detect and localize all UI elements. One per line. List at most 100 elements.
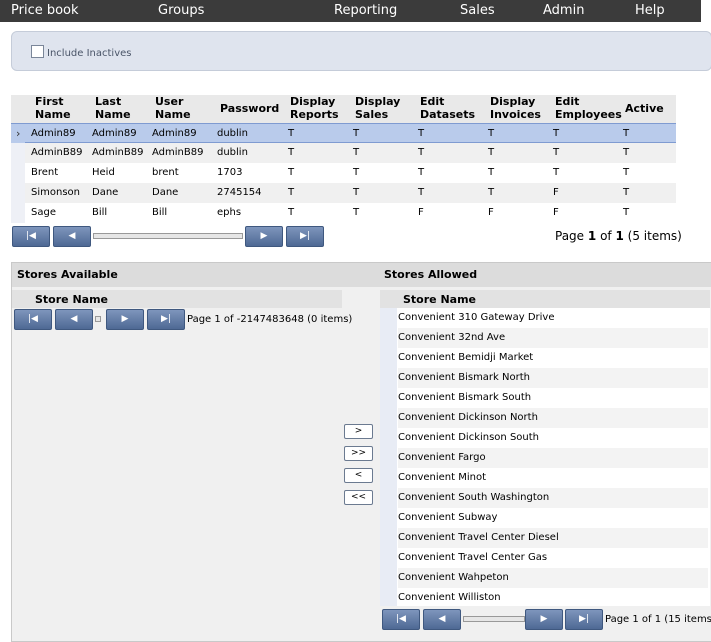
list-item[interactable]: Convenient Wahpeton bbox=[398, 568, 708, 588]
nav-sales[interactable]: Sales bbox=[460, 3, 495, 18]
cell-first-name: Sage bbox=[31, 207, 56, 218]
nav-price-book[interactable]: Price book bbox=[11, 3, 79, 18]
allowed-page-slider[interactable] bbox=[463, 616, 525, 622]
cell-user-name: Bill bbox=[152, 207, 168, 218]
available-prev-page-button[interactable]: ◀ bbox=[55, 309, 93, 330]
cell-password: 2745154 bbox=[217, 187, 262, 198]
cell-edit-employees: T bbox=[553, 128, 560, 139]
stores-panel-header: Stores Available Stores Allowed bbox=[12, 263, 711, 287]
list-item[interactable]: Convenient Dickinson South bbox=[398, 428, 708, 448]
allowed-list-gutter bbox=[380, 308, 397, 606]
store-name: Convenient Bismark North bbox=[398, 372, 530, 383]
col-edit-employees[interactable]: Edit Employees bbox=[555, 95, 622, 121]
cell-active: T bbox=[623, 207, 630, 218]
users-last-page-button[interactable]: ▶| bbox=[286, 226, 324, 247]
cell-edit-datasets: T bbox=[418, 187, 425, 198]
available-store-name-header[interactable]: Store Name bbox=[12, 290, 342, 308]
nav-reporting[interactable]: Reporting bbox=[334, 3, 397, 18]
available-last-page-button[interactable]: ▶| bbox=[147, 309, 185, 330]
list-item[interactable]: Convenient Travel Center Gas bbox=[398, 548, 708, 568]
stores-allowed-list: Convenient 310 Gateway Drive Convenient 3… bbox=[380, 308, 710, 606]
cell-edit-datasets: T bbox=[418, 128, 425, 139]
cell-display-reports: T bbox=[288, 167, 295, 178]
table-row[interactable]: Sage Bill Bill ephs T T F F F T bbox=[11, 203, 676, 223]
store-name: Convenient 310 Gateway Drive bbox=[398, 312, 555, 323]
nav-help[interactable]: Help bbox=[635, 3, 665, 18]
cell-last-name: AdminB89 bbox=[92, 147, 144, 158]
allowed-page-info: Page 1 of 1 (15 items) bbox=[605, 614, 711, 625]
list-item[interactable]: Convenient Minot bbox=[398, 468, 708, 488]
move-all-right-button[interactable]: >> bbox=[344, 446, 373, 461]
list-item[interactable]: Convenient Subway bbox=[398, 508, 708, 528]
cell-display-sales: T bbox=[353, 167, 360, 178]
stores-allowed-title: Stores Allowed bbox=[384, 268, 478, 281]
available-first-page-button[interactable]: |◀ bbox=[14, 309, 52, 330]
available-next-page-button[interactable]: ▶ bbox=[106, 309, 144, 330]
move-right-button[interactable]: > bbox=[344, 424, 373, 439]
list-item[interactable]: Convenient Bemidji Market bbox=[398, 348, 708, 368]
cell-active: T bbox=[623, 128, 630, 139]
list-item[interactable]: Convenient Dickinson North bbox=[398, 408, 708, 428]
stores-available-list bbox=[12, 314, 342, 641]
allowed-next-page-button[interactable]: ▶ bbox=[525, 609, 563, 630]
top-nav: Price book Groups Reporting Sales Admin … bbox=[0, 0, 701, 22]
move-all-left-button[interactable]: << bbox=[344, 490, 373, 505]
cell-display-invoices: F bbox=[488, 207, 494, 218]
list-item[interactable]: Convenient Fargo bbox=[398, 448, 708, 468]
store-name: Convenient 32nd Ave bbox=[398, 332, 506, 343]
list-item[interactable]: Convenient South Washington bbox=[398, 488, 708, 508]
store-name: Convenient Dickinson North bbox=[398, 412, 538, 423]
list-item[interactable]: Convenient Bismark North bbox=[398, 368, 708, 388]
col-display-reports[interactable]: Display Reports bbox=[290, 95, 339, 121]
allowed-first-page-button[interactable]: |◀ bbox=[382, 609, 420, 630]
col-display-sales[interactable]: Display Sales bbox=[355, 95, 400, 121]
include-inactives-checkbox[interactable] bbox=[31, 45, 44, 58]
available-page-slider[interactable] bbox=[95, 316, 101, 322]
users-prev-page-button[interactable]: ◀ bbox=[53, 226, 91, 247]
list-item[interactable]: Convenient 32nd Ave bbox=[398, 328, 708, 348]
users-grid-header: First Name Last Name User Name Password Dis… bbox=[11, 95, 676, 123]
col-user-name[interactable]: User Name bbox=[155, 95, 191, 121]
col-last-name[interactable]: Last Name bbox=[95, 95, 131, 121]
store-name: Convenient Travel Center Diesel bbox=[398, 532, 559, 543]
cell-edit-employees: T bbox=[553, 167, 560, 178]
cell-first-name: Brent bbox=[31, 167, 59, 178]
cell-active: T bbox=[623, 147, 630, 158]
cell-active: T bbox=[623, 187, 630, 198]
col-password[interactable]: Password bbox=[220, 102, 279, 115]
list-item[interactable]: Convenient Bismark South bbox=[398, 388, 708, 408]
col-first-name[interactable]: First Name bbox=[35, 95, 71, 121]
table-row[interactable]: › Admin89 Admin89 Admin89 dublin T T T T T T bbox=[11, 123, 676, 144]
list-item[interactable]: Convenient 310 Gateway Drive bbox=[398, 308, 708, 328]
allowed-store-name-header[interactable]: Store Name bbox=[380, 290, 710, 308]
nav-admin[interactable]: Admin bbox=[543, 3, 584, 18]
col-display-invoices[interactable]: Display Invoices bbox=[490, 95, 541, 121]
cell-edit-datasets: F bbox=[418, 207, 424, 218]
store-name: Convenient Bemidji Market bbox=[398, 352, 534, 363]
cell-password: ephs bbox=[217, 207, 242, 218]
store-name: Convenient Travel Center Gas bbox=[398, 552, 548, 563]
allowed-prev-page-button[interactable]: ◀ bbox=[423, 609, 461, 630]
col-edit-datasets[interactable]: Edit Datasets bbox=[420, 95, 475, 121]
store-name: Convenient Minot bbox=[398, 472, 486, 483]
col-active[interactable]: Active bbox=[625, 102, 664, 115]
cell-display-sales: T bbox=[353, 207, 360, 218]
list-item[interactable]: Convenient Travel Center Diesel bbox=[398, 528, 708, 548]
nav-groups[interactable]: Groups bbox=[158, 3, 204, 18]
store-name: Convenient Dickinson South bbox=[398, 432, 540, 443]
users-first-page-button[interactable]: |◀ bbox=[12, 226, 50, 247]
cell-display-sales: T bbox=[353, 128, 360, 139]
table-row[interactable]: AdminB89 AdminB89 AdminB89 dublin T T T T T T bbox=[11, 143, 676, 163]
users-next-page-button[interactable]: ▶ bbox=[245, 226, 283, 247]
row-gutter bbox=[11, 183, 25, 203]
table-row[interactable]: Brent Heid brent 1703 T T T T T T bbox=[11, 163, 676, 183]
allowed-last-page-button[interactable]: ▶| bbox=[565, 609, 603, 630]
list-item[interactable]: Convenient Williston bbox=[398, 588, 708, 608]
row-gutter: › bbox=[11, 124, 25, 144]
cell-first-name: Admin89 bbox=[31, 128, 76, 139]
users-page-slider[interactable] bbox=[93, 233, 243, 239]
move-left-button[interactable]: < bbox=[344, 468, 373, 483]
table-row[interactable]: Simonson Dane Dane 2745154 T T T T F T bbox=[11, 183, 676, 203]
cell-last-name: Dane bbox=[92, 187, 119, 198]
store-name: Convenient Fargo bbox=[398, 452, 486, 463]
